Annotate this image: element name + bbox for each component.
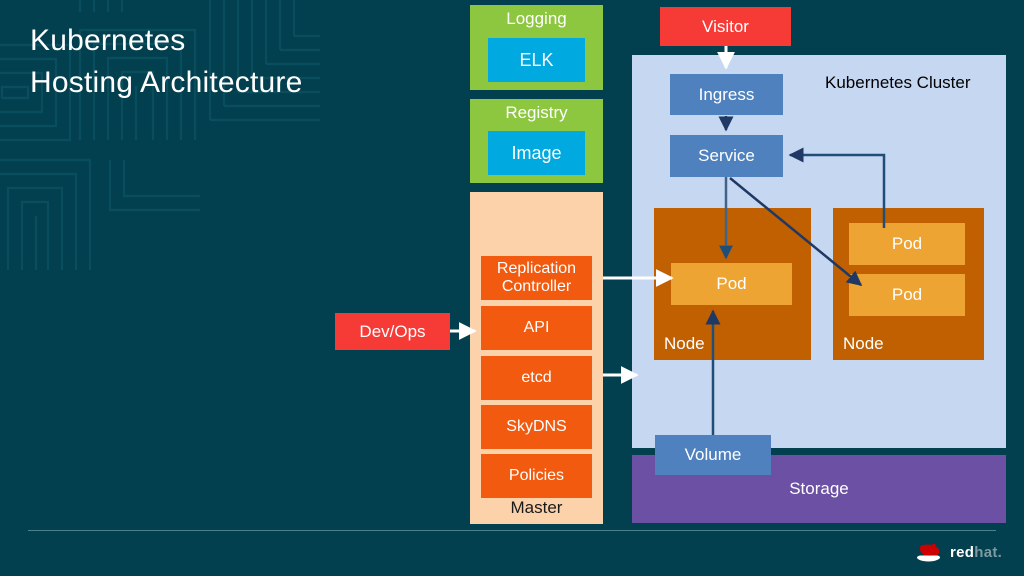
node-right-pod-2[interactable]: Pod — [849, 274, 965, 316]
redhat-fedora-icon — [917, 543, 940, 562]
node-left-label: Node — [664, 334, 705, 353]
node-left: Pod Node — [654, 208, 811, 360]
node-right-label: Node — [843, 334, 884, 353]
master-item-api[interactable]: API — [481, 306, 592, 350]
node-right-pod-1[interactable]: Pod — [849, 223, 965, 265]
master-item-policies[interactable]: Policies — [481, 454, 592, 498]
master-item-etcd[interactable]: etcd — [481, 356, 592, 400]
registry-panel-title: Registry — [505, 103, 568, 122]
node-left-pod-1[interactable]: Pod — [671, 263, 792, 305]
master-panel: Replication Controller API etcd SkyDNS P… — [470, 192, 603, 524]
kubernetes-cluster-panel: Kubernetes Cluster Ingress Service Pod N… — [632, 55, 1006, 448]
logging-elk-box[interactable]: ELK — [488, 38, 585, 82]
page-title: Kubernetes Hosting Architecture — [30, 24, 303, 99]
node-right: Pod Pod Node — [833, 208, 984, 360]
visitor-box[interactable]: Visitor — [660, 7, 791, 46]
registry-panel: Registry Image — [470, 99, 603, 183]
kubernetes-cluster-label: Kubernetes Cluster — [825, 73, 971, 92]
redhat-logo: redhat. — [915, 538, 1015, 566]
volume-box[interactable]: Volume — [655, 435, 771, 475]
footer-divider — [28, 530, 996, 531]
service-box[interactable]: Service — [670, 135, 783, 177]
logo-word-hat: hat. — [974, 543, 1003, 561]
redhat-logo-wordmark: redhat. — [950, 544, 1002, 561]
devops-box[interactable]: Dev/Ops — [335, 313, 450, 350]
logo-word-red: red — [950, 543, 975, 561]
slide-canvas: Kubernetes Hosting Architecture Logging … — [0, 0, 1024, 576]
registry-image-box[interactable]: Image — [488, 131, 585, 175]
ingress-box[interactable]: Ingress — [670, 74, 783, 115]
logging-panel-title: Logging — [506, 9, 567, 28]
master-item-skydns[interactable]: SkyDNS — [481, 405, 592, 449]
master-item-replication-controller[interactable]: Replication Controller — [481, 256, 592, 300]
master-panel-label: Master — [510, 498, 563, 517]
logging-panel: Logging ELK — [470, 5, 603, 90]
